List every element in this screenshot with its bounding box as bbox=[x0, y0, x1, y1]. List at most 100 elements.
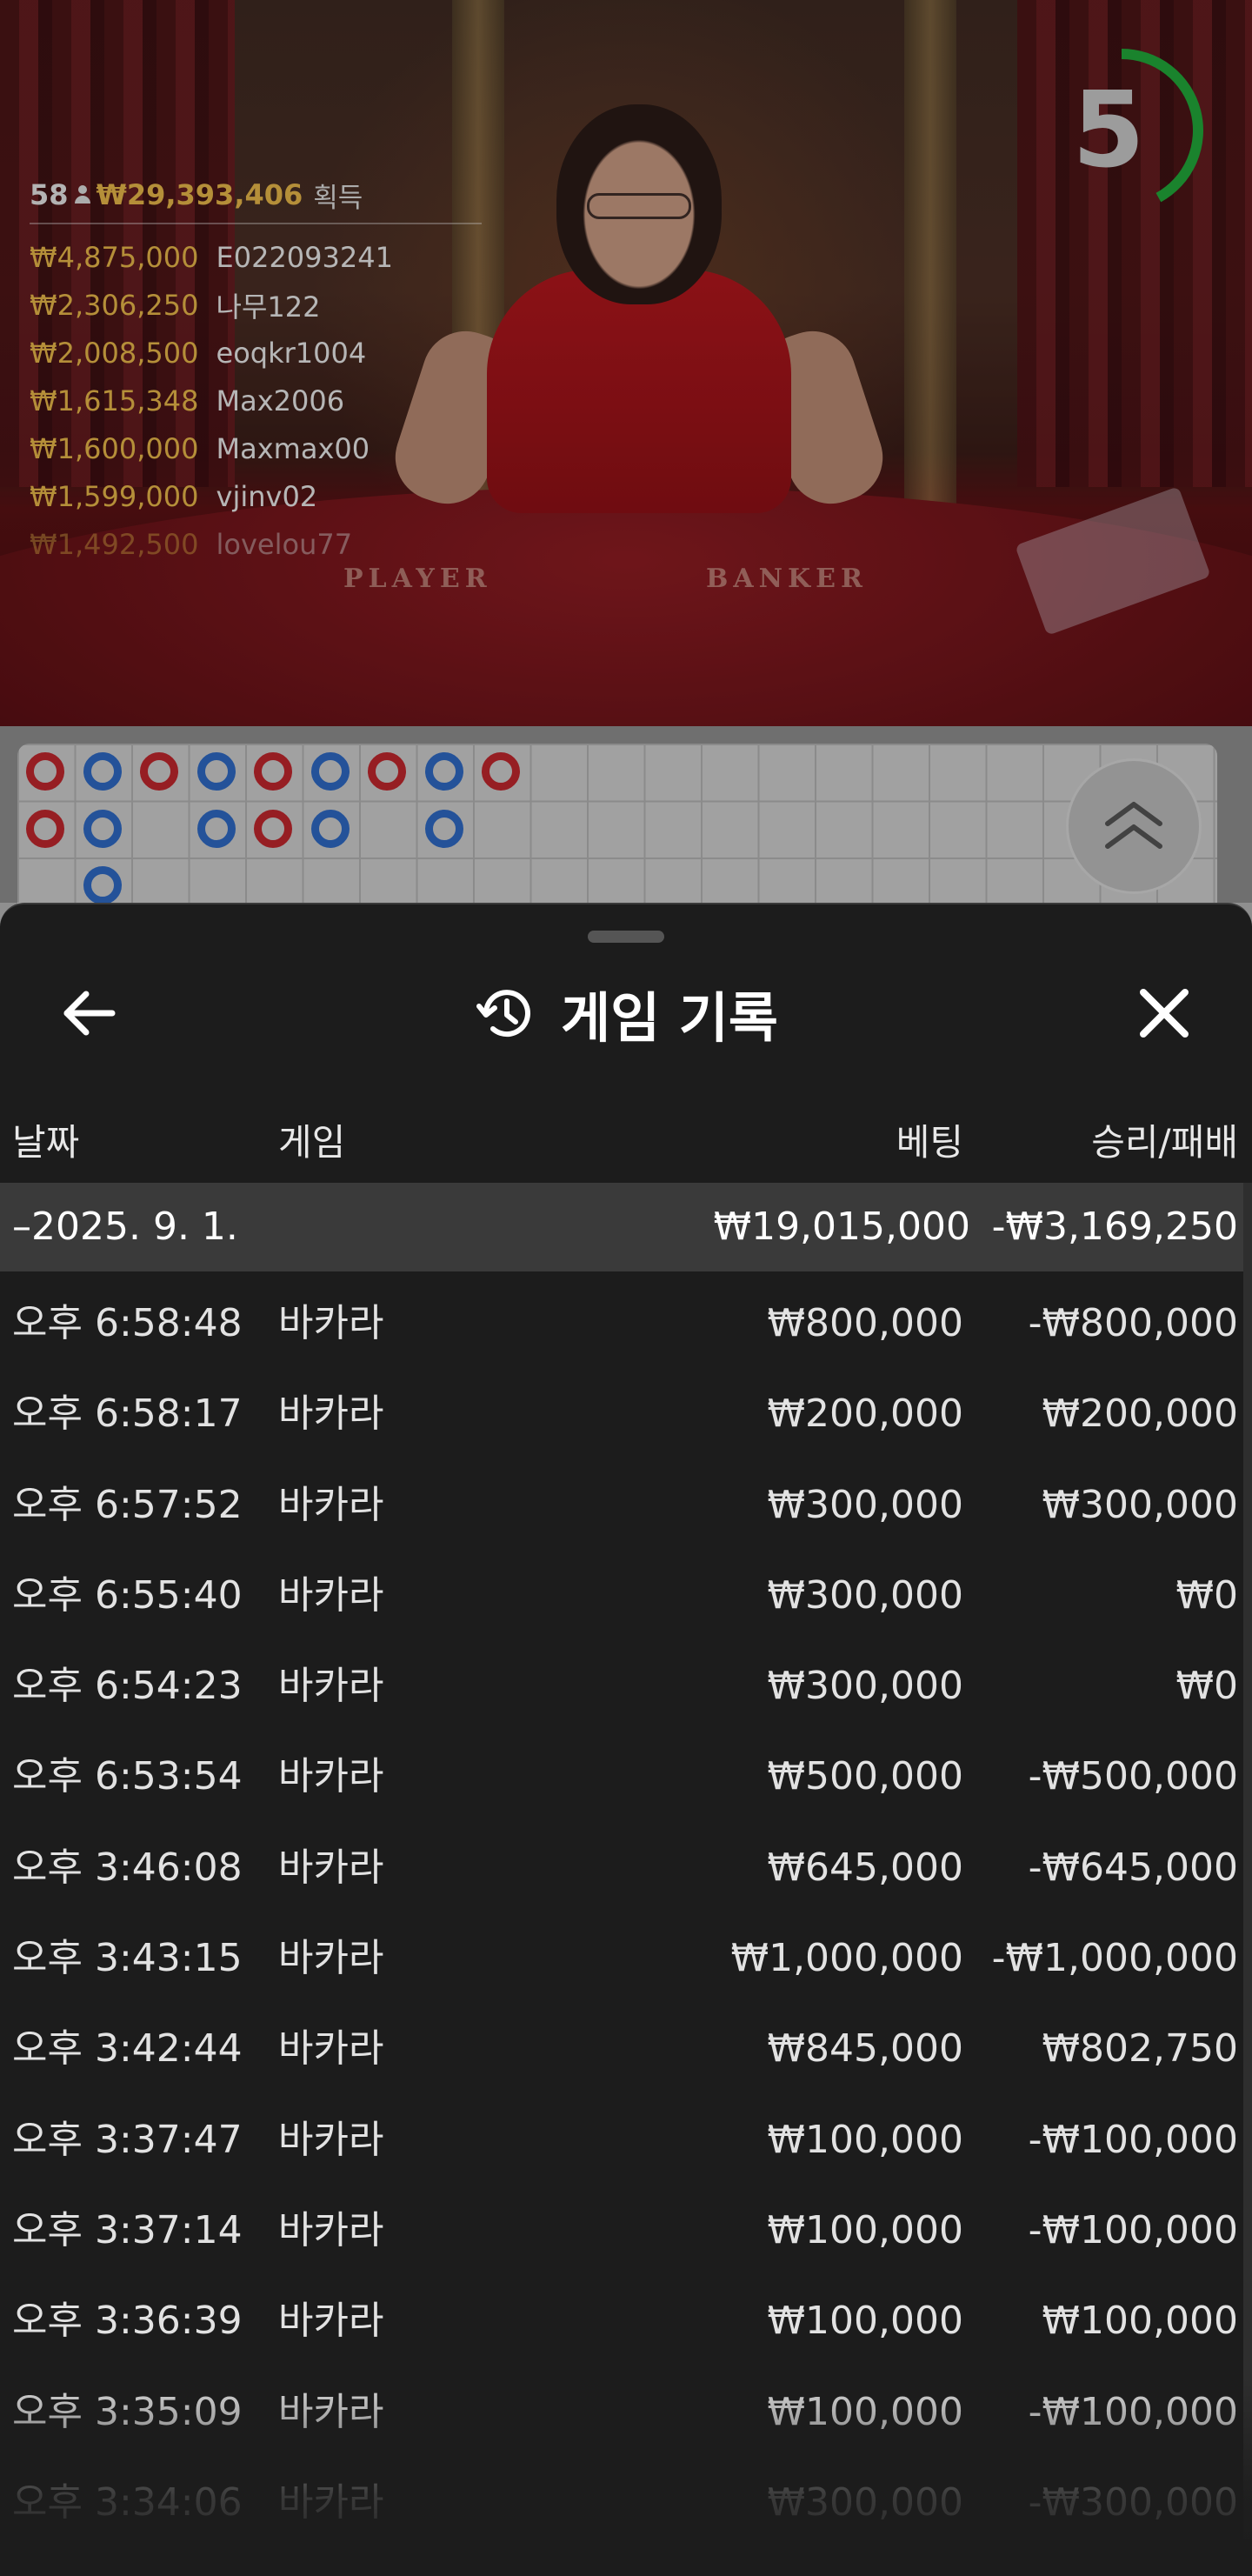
row-win-loss: -₩100,000 bbox=[1028, 2207, 1238, 2252]
row-bet: ₩100,000 bbox=[767, 2389, 963, 2434]
group-total-win-loss: -₩3,169,250 bbox=[991, 1205, 1238, 1249]
row-time: 오후 6:58:17 bbox=[12, 1391, 243, 1437]
row-win-loss: -₩800,000 bbox=[1028, 1301, 1238, 1345]
game-history-sheet: 게임 기록 날짜 게임 베팅 승리/패배 –2025. 9. 1. ₩19,01… bbox=[0, 903, 1252, 2576]
scrollbar[interactable] bbox=[1243, 1183, 1252, 2539]
history-row[interactable]: 오후 3:37:14 바카라 ₩100,000 -₩100,000 bbox=[0, 2179, 1252, 2269]
live-video-stream: PLAYER BANKER 58 ₩29,393,406 획득 ₩4,875,0… bbox=[0, 0, 1252, 726]
dealer-glasses bbox=[587, 193, 691, 219]
player-bead bbox=[310, 752, 350, 791]
leaderboard-entry: ₩2,008,500 eoqkr1004 bbox=[30, 329, 482, 377]
entry-user: 나무122 bbox=[216, 290, 321, 324]
row-win-loss: ₩0 bbox=[1175, 1572, 1239, 1618]
history-row[interactable]: 오후 6:55:40 바카라 ₩300,000 ₩0 bbox=[0, 1544, 1252, 1634]
winners-leaderboard: 58 ₩29,393,406 획득 ₩4,875,000 E022093241 ₩… bbox=[30, 174, 482, 568]
row-game: 바카라 bbox=[278, 1301, 384, 1345]
row-game: 바카라 bbox=[278, 1572, 384, 1618]
entry-amount: ₩1,600,000 bbox=[30, 431, 199, 465]
player-bead bbox=[424, 752, 463, 791]
betting-countdown-timer: 5 bbox=[1035, 43, 1209, 217]
row-time: 오후 3:42:44 bbox=[12, 2026, 243, 2072]
history-row[interactable]: 오후 3:35:09 바카라 ₩100,000 -₩100,000 bbox=[0, 2360, 1252, 2451]
row-win-loss: -₩500,000 bbox=[1028, 1754, 1238, 1799]
entry-amount: ₩2,306,250 bbox=[30, 288, 199, 322]
group-total-bet: ₩19,015,000 bbox=[713, 1205, 970, 1249]
bead-road-section bbox=[0, 726, 1252, 926]
sheet-title: 게임 기록 bbox=[561, 986, 778, 1050]
row-time: 오후 6:58:48 bbox=[12, 1301, 243, 1345]
banker-bead bbox=[140, 752, 178, 791]
row-win-loss: ₩300,000 bbox=[1042, 1482, 1238, 1527]
sheet-drag-handle[interactable] bbox=[588, 931, 664, 943]
row-game: 바카라 bbox=[278, 2026, 384, 2072]
history-row[interactable]: 오후 6:57:52 바카라 ₩300,000 ₩300,000 bbox=[0, 1453, 1252, 1544]
row-bet: ₩800,000 bbox=[767, 1301, 963, 1345]
row-game: 바카라 bbox=[278, 1391, 384, 1437]
expand-roadmap-button[interactable] bbox=[1066, 758, 1202, 894]
entry-user: Max2006 bbox=[216, 384, 345, 417]
person-icon bbox=[74, 184, 91, 205]
total-winnings-suffix: 획득 bbox=[313, 182, 363, 214]
history-row[interactable]: 오후 3:36:39 바카라 ₩100,000 ₩100,000 bbox=[0, 2269, 1252, 2359]
history-row[interactable]: 오후 6:53:54 바카라 ₩500,000 -₩500,000 bbox=[0, 1725, 1252, 1815]
header-date: 날짜 bbox=[12, 1121, 80, 1164]
history-row[interactable]: 오후 3:42:44 바카라 ₩845,000 ₩802,750 bbox=[0, 1997, 1252, 2087]
player-bead bbox=[310, 809, 350, 848]
row-time: 오후 3:37:47 bbox=[12, 2117, 243, 2162]
player-bead bbox=[83, 866, 122, 904]
row-time: 오후 6:57:52 bbox=[12, 1482, 243, 1527]
player-bead bbox=[83, 809, 122, 848]
history-rows: 오후 6:58:48 바카라 ₩800,000 -₩800,000 오후 6:58:17… bbox=[0, 1271, 1252, 2541]
entry-user: E022093241 bbox=[216, 240, 393, 274]
row-time: 오후 3:37:14 bbox=[12, 2207, 243, 2252]
row-time: 오후 3:34:06 bbox=[12, 2479, 243, 2525]
row-win-loss: -₩100,000 bbox=[1028, 2389, 1238, 2434]
bead-road-grid bbox=[17, 744, 1217, 926]
history-clock-icon bbox=[476, 990, 531, 1038]
row-bet: ₩500,000 bbox=[767, 1754, 963, 1799]
history-row[interactable]: 오후 3:46:08 바카라 ₩645,000 -₩645,000 bbox=[0, 1816, 1252, 1906]
history-row[interactable]: 오후 3:43:15 바카라 ₩1,000,000 -₩1,000,000 bbox=[0, 1906, 1252, 1997]
close-icon bbox=[1140, 989, 1189, 1038]
row-time: 오후 6:53:54 bbox=[12, 1754, 243, 1799]
row-game: 바카라 bbox=[278, 1845, 384, 1890]
entry-amount: ₩2,008,500 bbox=[30, 336, 199, 370]
leaderboard-entry: ₩1,492,500 lovelou77 bbox=[30, 520, 482, 568]
banker-bead bbox=[254, 809, 292, 848]
history-row[interactable]: 오후 6:54:23 바카라 ₩300,000 ₩0 bbox=[0, 1634, 1252, 1725]
row-time: 오후 3:35:09 bbox=[12, 2389, 243, 2434]
leaderboard-entry: ₩1,615,348 Max2006 bbox=[30, 377, 482, 424]
date-group-row[interactable]: –2025. 9. 1. ₩19,015,000 -₩3,169,250 bbox=[0, 1183, 1252, 1271]
entry-amount: ₩1,492,500 bbox=[30, 527, 199, 561]
banker-bead bbox=[254, 752, 292, 791]
history-row[interactable]: 오후 3:34:06 바카라 ₩300,000 -₩300,000 bbox=[0, 2451, 1252, 2541]
row-game: 바카라 bbox=[278, 2207, 384, 2252]
history-row[interactable]: 오후 3:37:47 바카라 ₩100,000 -₩100,000 bbox=[0, 2088, 1252, 2179]
row-win-loss: -₩1,000,000 bbox=[991, 1936, 1238, 1981]
row-game: 바카라 bbox=[278, 1754, 384, 1799]
history-row[interactable]: 오후 6:58:48 바카라 ₩800,000 -₩800,000 bbox=[0, 1271, 1252, 1362]
leaderboard-entry: ₩1,600,000 Maxmax00 bbox=[30, 424, 482, 472]
close-button[interactable] bbox=[1125, 974, 1203, 1052]
history-row[interactable]: 오후 6:58:17 바카라 ₩200,000 ₩200,000 bbox=[0, 1362, 1252, 1452]
row-time: 오후 3:43:15 bbox=[12, 1936, 243, 1981]
back-button[interactable] bbox=[50, 974, 129, 1052]
header-win-loss: 승리/패배 bbox=[1091, 1121, 1238, 1164]
banker-bead bbox=[26, 752, 64, 791]
dealer-body bbox=[487, 270, 791, 513]
entry-user: eoqkr1004 bbox=[216, 336, 367, 370]
double-chevron-up-icon bbox=[1105, 802, 1162, 849]
row-game: 바카라 bbox=[278, 1664, 384, 1709]
row-win-loss: -₩645,000 bbox=[1028, 1845, 1238, 1890]
row-win-loss: ₩100,000 bbox=[1042, 2299, 1238, 2344]
row-bet: ₩300,000 bbox=[767, 1664, 963, 1709]
row-game: 바카라 bbox=[278, 2389, 384, 2434]
row-bet: ₩100,000 bbox=[767, 2299, 963, 2344]
row-bet: ₩1,000,000 bbox=[730, 1936, 963, 1981]
arrow-left-icon bbox=[63, 991, 116, 1036]
table-label-player: PLAYER bbox=[343, 564, 492, 594]
player-bead bbox=[83, 752, 122, 791]
table-label-banker: BANKER bbox=[706, 564, 868, 594]
row-time: 오후 3:36:39 bbox=[12, 2299, 243, 2344]
total-winnings: ₩29,393,406 bbox=[96, 178, 303, 211]
